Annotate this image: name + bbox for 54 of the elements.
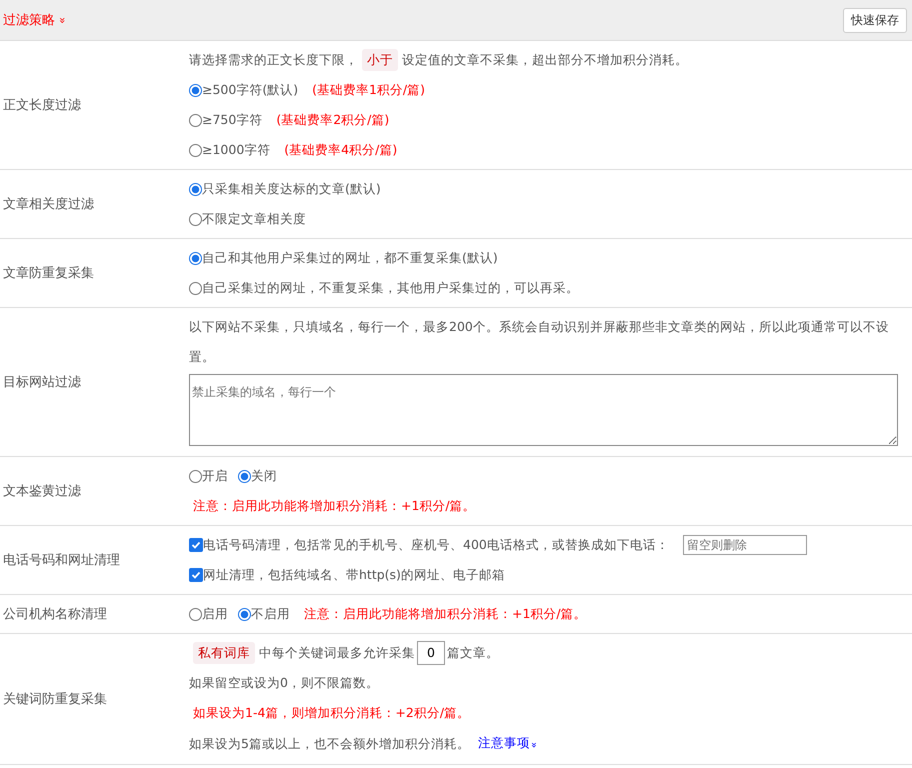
highlight-tag: 小于 bbox=[362, 49, 398, 71]
domain-textarea[interactable]: 禁止采集的域名，每行一个 bbox=[189, 374, 898, 446]
radio-button[interactable] bbox=[189, 282, 202, 294]
option-label[interactable]: 不启用 bbox=[251, 599, 290, 629]
radio-button[interactable] bbox=[189, 212, 202, 226]
cost-note: 注意：启用此功能将增加积分消耗：+1积分/篇。 bbox=[193, 497, 476, 515]
option-label[interactable]: 关闭 bbox=[251, 461, 277, 491]
description-text: 如果设为5篇或以上，也不会额外增加积分消耗。 bbox=[189, 735, 470, 753]
highlight-tag: 私有词库 bbox=[193, 642, 255, 664]
radio-button[interactable] bbox=[238, 608, 251, 620]
option-label[interactable]: ≥1000字符 bbox=[202, 135, 270, 165]
description-text: 设定值的文章不采集，超出部分不增加积分消耗。 bbox=[402, 51, 688, 69]
notes-link[interactable]: 注意事项 » bbox=[478, 728, 536, 760]
radio-button[interactable] bbox=[189, 608, 202, 620]
description-text: 以下网站不采集，只填域名，每行一个，最多200个。系统会自动识别并屏蔽那些非文章类的网站，所以此项通常可以不设置。 bbox=[189, 318, 890, 366]
cost-note: (基础费率2积分/篇) bbox=[276, 111, 390, 129]
checkbox[interactable] bbox=[189, 568, 203, 582]
option-label[interactable]: 不限定文章相关度 bbox=[202, 204, 306, 234]
option-label[interactable]: ≥750字符 bbox=[202, 105, 262, 135]
checkbox[interactable] bbox=[189, 538, 203, 552]
radio-button[interactable] bbox=[189, 144, 202, 156]
description-text: 中每个关键词最多允许采集 bbox=[259, 644, 415, 662]
setting-label: 电话号码和网址清理 bbox=[2, 552, 121, 569]
cost-note: (基础费率1积分/篇) bbox=[312, 81, 426, 99]
description-text: 篇文章。 bbox=[447, 644, 499, 662]
setting-label: 关键词防重复采集 bbox=[2, 691, 108, 708]
number-input-field[interactable]: 0 bbox=[417, 641, 445, 665]
radio-button[interactable] bbox=[189, 114, 202, 126]
option-label[interactable]: 网址清理，包括纯域名、带http(s)的网址、电子邮箱 bbox=[203, 560, 505, 590]
option-label[interactable]: 自己采集过的网址，不重复采集，其他用户采集过的，可以再采。 bbox=[202, 273, 579, 303]
phone-input-field[interactable]: 留空则删除 bbox=[682, 535, 807, 555]
radio-button[interactable] bbox=[189, 84, 202, 96]
radio-button[interactable] bbox=[189, 470, 202, 482]
cost-note: (基础费率4积分/篇) bbox=[284, 141, 398, 159]
option-label[interactable]: 自己和其他用户采集过的网址，都不重复采集(默认) bbox=[202, 243, 498, 273]
radio-button[interactable] bbox=[238, 470, 251, 482]
option-label[interactable]: 只采集相关度达标的文章(默认) bbox=[202, 174, 381, 204]
setting-label: 文章相关度过滤 bbox=[2, 196, 95, 213]
option-label[interactable]: 电话号码清理，包括常见的手机号、座机号、400电话格式，或替换成如下电话： bbox=[203, 530, 669, 560]
description-text: 请选择需求的正文长度下限， bbox=[189, 51, 358, 69]
radio-button[interactable] bbox=[189, 182, 202, 196]
setting-label: 文章防重复采集 bbox=[2, 265, 95, 282]
setting-label: 文本鉴黄过滤 bbox=[2, 483, 82, 500]
radio-button[interactable] bbox=[189, 252, 202, 264]
setting-label: 正文长度过滤 bbox=[2, 97, 82, 114]
option-label[interactable]: ≥500字符(默认) bbox=[202, 75, 298, 105]
cost-note: 注意：启用此功能将增加积分消耗：+1积分/篇。 bbox=[304, 605, 587, 623]
save-button[interactable]: 快速保存 bbox=[843, 8, 907, 32]
cost-note: 如果设为1-4篇，则增加积分消耗：+2积分/篇。 bbox=[193, 704, 470, 722]
setting-label: 目标网站过滤 bbox=[2, 374, 82, 391]
option-label[interactable]: 开启 bbox=[202, 461, 228, 491]
setting-label: 公司机构名称清理 bbox=[2, 606, 108, 623]
description-text: 如果留空或设为0，则不限篇数。 bbox=[189, 674, 379, 692]
option-label[interactable]: 启用 bbox=[202, 599, 228, 629]
